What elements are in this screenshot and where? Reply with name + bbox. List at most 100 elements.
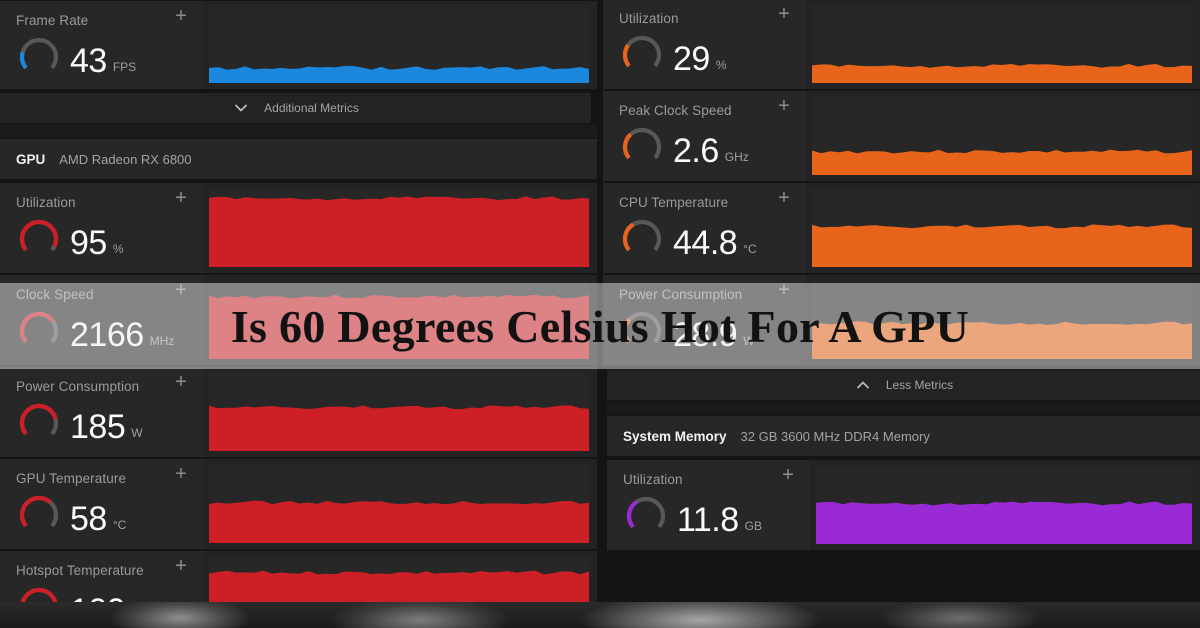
hardware-monitor-screenshot: Frame Rate + 43 FPS Additional Metrics G… [0,0,1200,628]
section-description: AMD Radeon RX 6800 [59,151,192,167]
metric-value: 29 [673,40,710,78]
metric-row[interactable]: Utilization +11.8 GB [607,459,1200,551]
metric-value: 95 [70,224,107,262]
metric-readout: 58 °C [16,492,193,538]
metric-label: Utilization [619,11,679,26]
add-metric-icon[interactable]: + [173,556,189,576]
metric-info: GPU Temperature +58 °C [0,459,203,549]
metric-value: 185 [70,408,126,446]
metric-info: Power Consumption +185 W [0,367,203,457]
metric-unit: W [131,426,143,440]
section-label: System Memory [623,428,727,444]
metric-label: Utilization [623,472,683,487]
metric-row[interactable]: CPU Temperature +44.8 °C [603,182,1200,274]
metric-info: Utilization +29% [603,0,806,89]
metric-label: Hotspot Temperature [16,563,144,578]
metric-graph-area [203,183,597,273]
memory-section-header: System Memory 32 GB 3600 MHz DDR4 Memory [607,415,1200,457]
metric-readout: 2.6 GHz [619,124,796,170]
metric-label: Utilization [16,195,76,210]
panel-divider [607,401,1200,415]
metric-value: 2.6 [673,132,719,170]
sparkline-graph [209,373,589,451]
sparkline-graph [812,5,1192,83]
metric-readout: 43 FPS [16,34,193,80]
gpu-metric-list: Utilization +95% Clock Speed +2166 MHz Powe… [0,182,597,628]
metric-label: Peak Clock Speed [619,103,732,118]
metric-unit: FPS [112,60,137,74]
additional-metrics-expander-wrap: Additional Metrics [0,92,591,124]
add-metric-icon[interactable]: + [173,464,189,484]
background-photo-strip [0,602,1200,628]
add-metric-icon[interactable]: + [173,6,189,26]
gauge-icon [619,216,665,262]
metric-readout: 11.8 GB [623,493,800,539]
sparkline-graph [816,466,1192,544]
metric-row[interactable]: GPU Temperature +58 °C [0,458,597,550]
memory-section-header-wrap: System Memory 32 GB 3600 MHz DDR4 Memory [607,415,1200,457]
panel-divider [0,124,597,138]
sparkline-graph [209,189,589,267]
metric-info: CPU Temperature +44.8 °C [603,183,806,273]
metric-readout: 95% [16,216,193,262]
add-metric-icon[interactable]: + [780,465,796,485]
metric-graph-area [203,459,597,549]
metric-info: Utilization +11.8 GB [607,460,810,550]
metric-info: Peak Clock Speed +2.6 GHz [603,91,806,181]
sparkline-graph [209,465,589,543]
gauge-icon [16,34,62,80]
metric-label: GPU Temperature [16,471,127,486]
chevron-down-icon [232,99,250,117]
less-metrics-expander[interactable]: Less Metrics [607,369,1200,401]
metric-graph-area [806,91,1200,181]
metric-row[interactable]: Peak Clock Speed +2.6 GHz [603,90,1200,182]
metric-readout: 29% [619,32,796,78]
add-metric-icon[interactable]: + [173,372,189,392]
frame-rate-panel: Frame Rate + 43 FPS [0,0,597,90]
gauge-icon [16,492,62,538]
less-metrics-expander-wrap: Less Metrics [607,369,1200,401]
metric-label: Frame Rate [16,13,89,28]
sparkline-graph [812,189,1192,267]
metric-graph-area [203,1,597,89]
metric-label: Power Consumption [16,379,140,394]
metric-readout: 44.8 °C [619,216,796,262]
section-label: GPU [16,151,46,167]
metric-info: Utilization +95% [0,183,203,273]
gauge-icon [619,124,665,170]
gauge-icon [623,493,669,539]
metric-graph-area [810,460,1200,550]
expander-label: Additional Metrics [264,101,359,115]
metric-row[interactable]: Utilization +95% [0,182,597,274]
sparkline-graph [209,7,589,83]
metric-info: Frame Rate + 43 FPS [0,1,203,89]
additional-metrics-expander[interactable]: Additional Metrics [0,92,591,124]
metric-unit: % [112,242,124,256]
sparkline-graph [812,97,1192,175]
metric-unit: °C [112,518,127,532]
metric-row[interactable]: Utilization +29% [603,0,1200,90]
add-metric-icon[interactable]: + [776,4,792,24]
metric-row[interactable]: Frame Rate + 43 FPS [0,0,597,90]
gauge-icon [16,400,62,446]
gauge-icon [16,216,62,262]
metric-value: 43 [70,42,107,80]
metric-unit: GB [744,519,762,533]
memory-metric-list: Utilization +11.8 GB [607,459,1200,551]
section-description: 32 GB 3600 MHz DDR4 Memory [740,428,930,444]
metric-graph-area [806,183,1200,273]
metric-value: 58 [70,500,107,538]
gauge-icon [619,32,665,78]
metric-readout: 185 W [16,400,193,446]
gpu-section-header-wrap: GPU AMD Radeon RX 6800 [0,138,597,180]
add-metric-icon[interactable]: + [173,188,189,208]
metric-row[interactable]: Power Consumption +185 W [0,366,597,458]
add-metric-icon[interactable]: + [776,96,792,116]
chevron-up-icon [854,376,872,394]
metric-unit: °C [743,242,757,256]
metric-unit: % [715,58,727,72]
expander-label: Less Metrics [885,378,954,392]
add-metric-icon[interactable]: + [776,188,792,208]
metric-label: CPU Temperature [619,195,729,210]
metric-graph-area [806,0,1200,89]
